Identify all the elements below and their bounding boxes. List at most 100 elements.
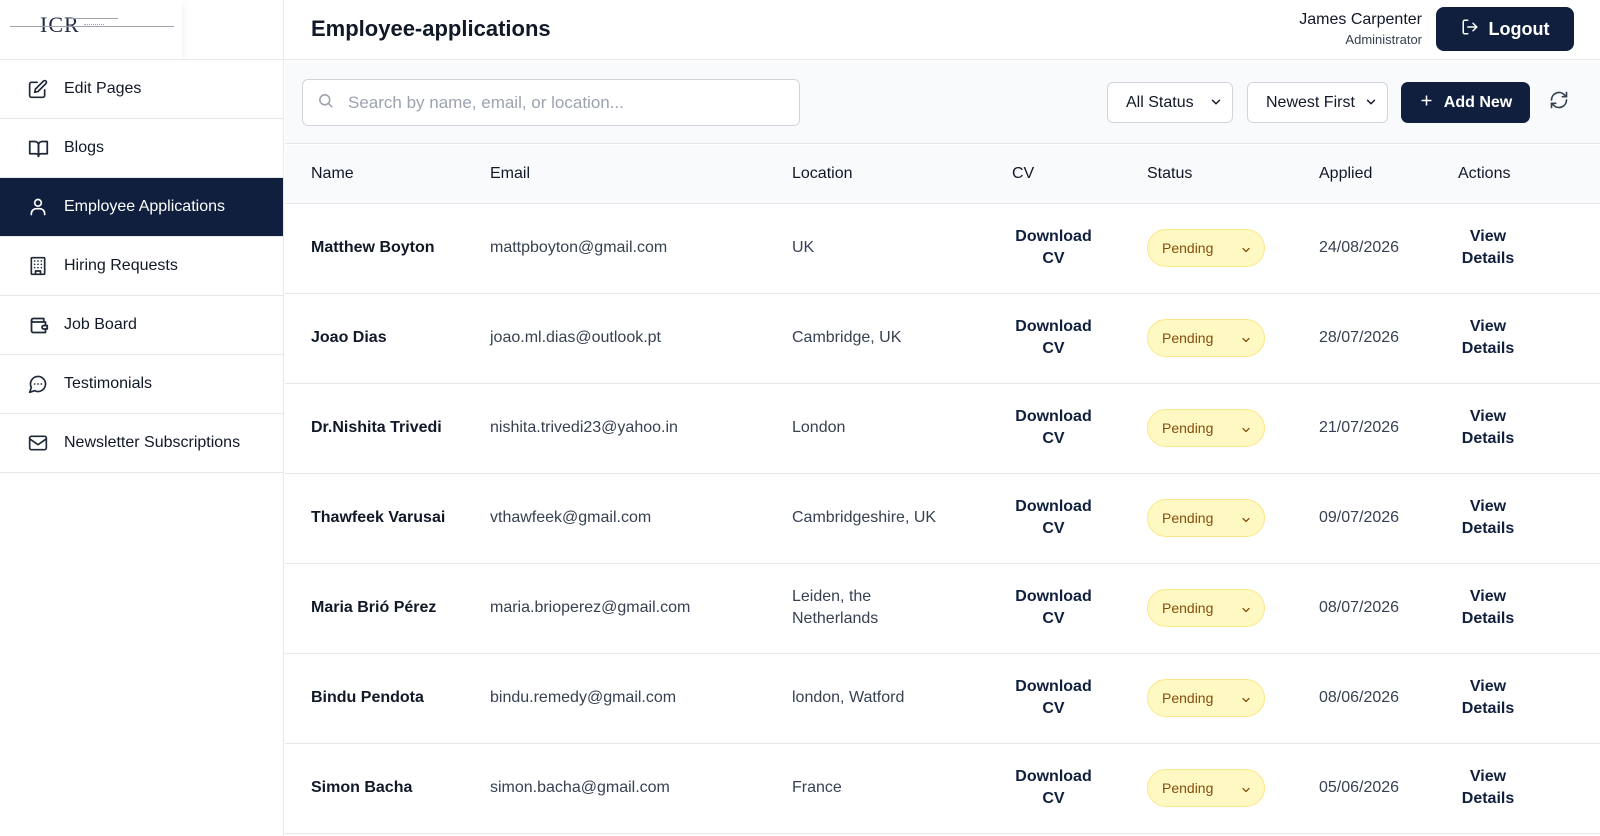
applicant-location: Leiden, the Netherlands	[792, 563, 1012, 653]
location-text: Leiden, the Netherlands	[792, 588, 879, 627]
add-new-button[interactable]: Add New	[1401, 82, 1530, 123]
download-cv-text: CV	[1042, 700, 1065, 717]
search-box	[302, 79, 800, 126]
chevron-down-icon	[1240, 333, 1252, 349]
logo-area: ICR	[0, 0, 283, 60]
view-details-link[interactable]: View Details	[1443, 316, 1533, 360]
download-cv-link[interactable]: Download CV	[1001, 496, 1106, 540]
search-input[interactable]	[348, 92, 768, 113]
table-row: Dr.Nishita Trivedi nishita.trivedi23@yah…	[285, 383, 1600, 473]
refresh-button[interactable]	[1546, 89, 1572, 115]
view-details-text: View	[1469, 498, 1507, 515]
applicant-location: london, Watford	[792, 653, 1012, 743]
status-badge: Pending	[1162, 240, 1214, 256]
download-cv-link[interactable]: Download CV	[1001, 586, 1106, 630]
download-cv-link[interactable]: Download CV	[1001, 406, 1106, 450]
column-header-status[interactable]: Status	[1147, 145, 1319, 204]
page-title: Employee-applications	[311, 16, 551, 41]
sidebar-item-label: Job Board	[64, 316, 137, 333]
location-text: UK	[792, 239, 815, 256]
sidebar-item-employee-applications[interactable]: Employee Applications	[0, 178, 283, 237]
download-cv-text: CV	[1042, 520, 1065, 537]
status-select[interactable]: Pending	[1147, 409, 1265, 447]
download-cv-text: CV	[1042, 340, 1065, 357]
sidebar-item-edit-pages[interactable]: Edit Pages	[0, 60, 283, 119]
view-details-link[interactable]: View Details	[1443, 766, 1533, 810]
view-details-link[interactable]: View Details	[1443, 226, 1533, 270]
sidebar-item-testimonials[interactable]: Testimonials	[0, 355, 283, 414]
status-cell: Pending	[1147, 653, 1319, 743]
user-name: James Carpenter	[1299, 11, 1422, 28]
view-details-text: Details	[1461, 700, 1515, 717]
download-cv-text: CV	[1042, 250, 1065, 267]
chevron-down-icon	[1240, 243, 1252, 259]
download-cv-text: Download	[1015, 678, 1092, 695]
status-select[interactable]: Pending	[1147, 679, 1265, 717]
column-header-location[interactable]: Location	[792, 145, 1012, 204]
download-cv-link[interactable]: Download CV	[1001, 766, 1106, 810]
column-header-name[interactable]: Name	[285, 145, 490, 204]
sidebar: ICR Edit Pages Blogs Employee Applicatio…	[0, 0, 284, 836]
applied-date: 08/07/2026	[1319, 599, 1400, 616]
status-select[interactable]: Pending	[1147, 229, 1265, 267]
view-details-text: View	[1469, 228, 1507, 245]
view-details-link[interactable]: View Details	[1443, 406, 1533, 450]
column-header-email[interactable]: Email	[490, 145, 792, 204]
download-cv-text: Download	[1015, 318, 1092, 335]
toolbar: All Status Newest First Add New	[285, 61, 1600, 144]
download-cv-text: CV	[1042, 790, 1065, 807]
sidebar-item-hiring-requests[interactable]: Hiring Requests	[0, 237, 283, 296]
sidebar-item-label: Employee Applications	[64, 198, 225, 215]
view-details-text: View	[1469, 408, 1507, 425]
download-cv-text: Download	[1015, 588, 1092, 605]
status-badge: Pending	[1162, 420, 1214, 436]
status-badge: Pending	[1162, 510, 1214, 526]
chevron-down-icon	[1240, 693, 1252, 709]
status-select[interactable]: Pending	[1147, 499, 1265, 537]
column-header-applied[interactable]: Applied	[1319, 145, 1458, 204]
actions-cell: View Details	[1458, 563, 1600, 653]
status-cell: Pending	[1147, 203, 1319, 293]
sidebar-item-label: Edit Pages	[64, 80, 142, 97]
status-select[interactable]: Pending	[1147, 769, 1265, 807]
status-select[interactable]: Pending	[1147, 589, 1265, 627]
sidebar-item-label: Testimonials	[64, 375, 153, 392]
download-cv-text: CV	[1042, 610, 1065, 627]
table-row: Maria Brió Pérez maria.brioperez@gmail.c…	[285, 563, 1600, 653]
cv-cell: Download CV	[1012, 473, 1147, 563]
view-details-link[interactable]: View Details	[1443, 496, 1533, 540]
applicant-email: vthawfeek@gmail.com	[490, 509, 652, 526]
chevron-down-icon	[1240, 603, 1252, 619]
sidebar-item-label: Newsletter Subscriptions	[64, 434, 241, 451]
applicant-name: Thawfeek Varusai	[311, 509, 446, 526]
actions-cell: View Details	[1458, 653, 1600, 743]
view-details-link[interactable]: View Details	[1443, 676, 1533, 720]
status-select[interactable]: Pending	[1147, 319, 1265, 357]
sidebar-item-blogs[interactable]: Blogs	[0, 119, 283, 178]
download-cv-link[interactable]: Download CV	[1001, 316, 1106, 360]
logout-button[interactable]: Logout	[1436, 7, 1574, 51]
applicant-name: Bindu Pendota	[311, 689, 424, 706]
logo[interactable]: ICR	[0, 0, 182, 59]
sort-order-select[interactable]: Newest First	[1247, 82, 1388, 123]
table-body: Matthew Boyton mattpboyton@gmail.com UK …	[285, 203, 1600, 833]
download-cv-link[interactable]: Download CV	[1001, 676, 1106, 720]
location-text: Cambridgeshire, UK	[792, 509, 937, 526]
view-details-text: Details	[1461, 790, 1515, 807]
actions-cell: View Details	[1458, 203, 1600, 293]
status-filter-select[interactable]: All Status	[1107, 82, 1233, 123]
sidebar-item-job-board[interactable]: Job Board	[0, 296, 283, 355]
applicant-location: Cambridgeshire, UK	[792, 473, 1012, 563]
sort-order-value: Newest First	[1266, 93, 1355, 111]
applicant-name: Matthew Boyton	[311, 239, 435, 256]
applications-table: Name Email Location CV Status Applied Ac…	[285, 145, 1600, 834]
applicant-location: UK	[792, 203, 1012, 293]
applicant-email: nishita.trivedi23@yahoo.in	[490, 419, 678, 436]
logo-rule	[68, 18, 118, 19]
table-header-row: Name Email Location CV Status Applied Ac…	[285, 145, 1600, 204]
view-details-link[interactable]: View Details	[1443, 586, 1533, 630]
download-cv-link[interactable]: Download CV	[1001, 226, 1106, 270]
add-new-label: Add New	[1443, 93, 1513, 111]
applicant-email: joao.ml.dias@outlook.pt	[490, 329, 661, 346]
sidebar-item-newsletter-subscriptions[interactable]: Newsletter Subscriptions	[0, 414, 283, 473]
